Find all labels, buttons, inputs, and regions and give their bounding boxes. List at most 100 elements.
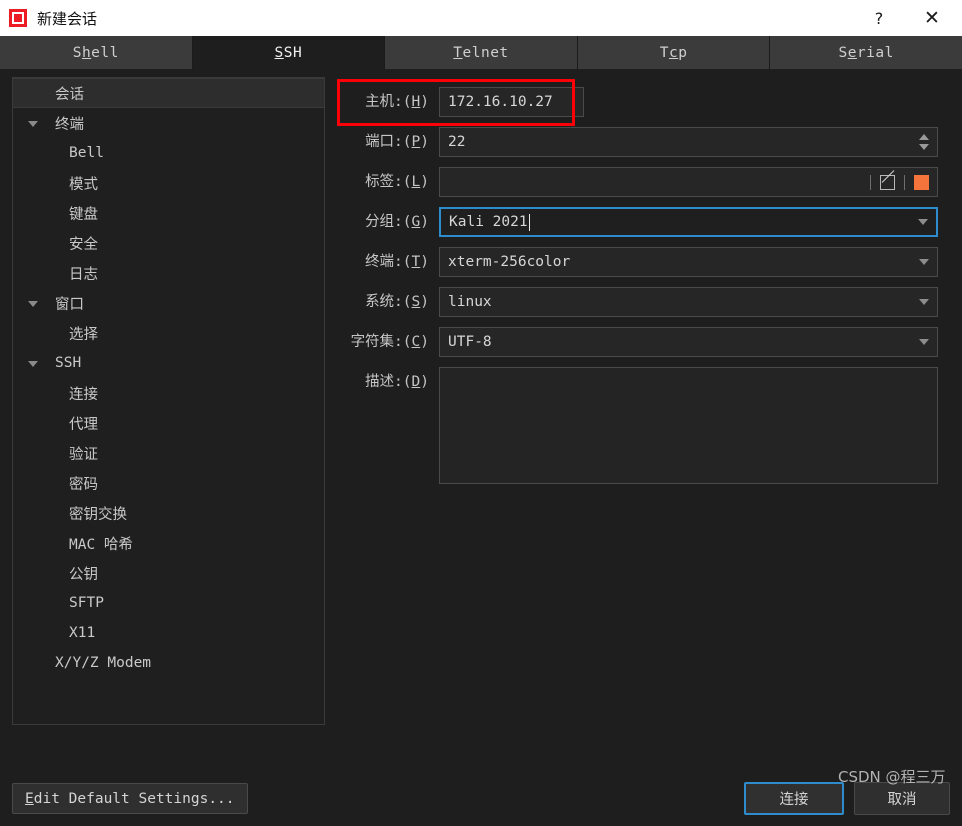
connect-button[interactable]: 连接: [744, 782, 844, 815]
dialog-body: 会话终端 Bell 模式键盘安全日志窗口选择 SSH 连接代理验证密码密钥交换 MAC 哈…: [0, 69, 962, 771]
edit-pencil-icon[interactable]: [880, 174, 895, 190]
tab-mnemonic: e: [847, 44, 857, 61]
chevron-down-icon[interactable]: [27, 296, 41, 310]
sidebar-item[interactable]: MAC 哈希: [13, 528, 324, 558]
system-row: 系统:(S) linux: [337, 287, 938, 317]
sidebar-item[interactable]: 密钥交换: [13, 498, 324, 528]
sidebar-item[interactable]: 密码: [13, 468, 324, 498]
stepper-up-icon[interactable]: [919, 134, 929, 140]
edit-default-settings-button[interactable]: Edit Default Settings...: [12, 783, 248, 814]
system-label: 系统:(S): [365, 294, 429, 310]
host-row: 主机:(H) 172.16.10.27: [337, 87, 938, 117]
host-input[interactable]: 172.16.10.27: [439, 87, 584, 117]
sidebar-item-label: 键盘: [69, 206, 98, 223]
tab-telnet[interactable]: Telnet: [385, 36, 578, 69]
tab-mnemonic: T: [453, 44, 463, 61]
ssh-settings-form: 主机:(H) 172.16.10.27 端口:(P) 22 标签:(L) 分组:…: [325, 69, 962, 771]
sidebar-item[interactable]: 窗口: [13, 288, 324, 318]
sidebar-item-label: SSH: [55, 355, 82, 371]
window-title: 新建会话: [37, 9, 98, 28]
sidebar-item[interactable]: 公钥: [13, 558, 324, 588]
charset-value: UTF-8: [448, 334, 492, 350]
port-label: 端口:(P): [365, 134, 429, 150]
charset-combobox[interactable]: UTF-8: [439, 327, 938, 357]
stepper-down-icon[interactable]: [919, 144, 929, 150]
window-controls: ? ✕: [856, 0, 962, 36]
tab-serial[interactable]: Se rial: [770, 36, 962, 69]
sidebar-item[interactable]: Bell: [13, 138, 324, 168]
sidebar-item[interactable]: 会话: [13, 78, 324, 108]
sidebar-item-label: 验证: [69, 446, 98, 463]
group-row: 分组:(G) Kali 2021: [337, 207, 938, 237]
sidebar-item-label: SFTP: [69, 595, 104, 611]
charset-row: 字符集:(C) UTF-8: [337, 327, 938, 357]
chevron-down-icon[interactable]: [27, 356, 41, 370]
sidebar-item[interactable]: X11: [13, 618, 324, 648]
cancel-button[interactable]: 取消: [854, 782, 950, 815]
sidebar-item[interactable]: 验证: [13, 438, 324, 468]
protocol-tab-bar: Sh ell S SH Telnet Tc p Se rial: [0, 36, 962, 69]
settings-category-tree[interactable]: 会话终端 Bell 模式键盘安全日志窗口选择 SSH 连接代理验证密码密钥交换 MAC 哈…: [12, 77, 325, 725]
sidebar-item-label: MAC 哈希: [69, 536, 133, 553]
sidebar-item-label: 终端: [55, 116, 84, 133]
tag-row: 标签:(L): [337, 167, 938, 197]
sidebar-item-label: 窗口: [55, 296, 84, 313]
sidebar-item-label: 公钥: [69, 566, 98, 583]
sidebar-item[interactable]: 键盘: [13, 198, 324, 228]
description-row: 描述:(D): [337, 367, 938, 484]
close-button[interactable]: ✕: [902, 0, 962, 36]
color-swatch-icon[interactable]: [914, 174, 929, 190]
dialog-footer: Edit Default Settings... 连接 取消: [0, 771, 962, 826]
chevron-down-icon[interactable]: [919, 339, 929, 345]
sidebar-item[interactable]: SSH: [13, 348, 324, 378]
sidebar-item-label: 连接: [69, 386, 98, 403]
description-textarea[interactable]: [439, 367, 938, 484]
host-value: 172.16.10.27: [448, 94, 553, 110]
sidebar-item[interactable]: SFTP: [13, 588, 324, 618]
sidebar-item[interactable]: 代理: [13, 408, 324, 438]
tag-label: 标签:(L): [365, 174, 429, 190]
sidebar-item[interactable]: 连接: [13, 378, 324, 408]
terminal-row: 终端:(T) xterm-256color: [337, 247, 938, 277]
port-value: 22: [448, 134, 466, 150]
tab-ssh[interactable]: S SH: [192, 36, 386, 69]
sidebar-item[interactable]: 模式: [13, 168, 324, 198]
system-combobox[interactable]: linux: [439, 287, 938, 317]
group-label: 分组:(G): [365, 214, 429, 230]
sidebar-item-label: 代理: [69, 416, 98, 433]
terminal-value: xterm-256color: [448, 254, 571, 270]
port-input[interactable]: 22: [439, 127, 938, 157]
chevron-down-icon[interactable]: [919, 299, 929, 305]
sidebar-item[interactable]: 选择: [13, 318, 324, 348]
terminal-combobox[interactable]: xterm-256color: [439, 247, 938, 277]
text-cursor: [528, 213, 530, 231]
port-stepper[interactable]: [919, 134, 929, 150]
tab-mnemonic: c: [668, 44, 679, 61]
sidebar-item[interactable]: 日志: [13, 258, 324, 288]
chevron-down-icon[interactable]: [27, 116, 41, 130]
tab-shell[interactable]: Sh ell: [0, 36, 193, 69]
sidebar-item-label: 选择: [69, 326, 98, 343]
sidebar-item[interactable]: 终端: [13, 108, 324, 138]
sidebar-item-label: 模式: [69, 176, 98, 193]
chevron-down-icon[interactable]: [918, 219, 928, 225]
sidebar-item[interactable]: X/Y/Z Modem: [13, 648, 324, 678]
terminal-label: 终端:(T): [365, 254, 429, 270]
sidebar-item-label: 日志: [69, 266, 98, 283]
help-button[interactable]: ?: [856, 0, 902, 36]
chevron-down-icon[interactable]: [919, 259, 929, 265]
tag-input[interactable]: [439, 167, 938, 197]
sidebar-item-label: X11: [69, 625, 96, 641]
footer-actions: 连接 取消: [744, 782, 950, 815]
tag-tools: [870, 174, 929, 190]
sidebar-item-label: 密码: [69, 476, 98, 493]
tab-tcp[interactable]: Tcp: [577, 36, 771, 69]
group-combobox[interactable]: Kali 2021: [439, 207, 938, 237]
tab-mnemonic: S: [274, 44, 284, 61]
sidebar-item-label: 密钥交换: [69, 506, 127, 523]
tab-mnemonic: h: [81, 44, 92, 61]
divider: [870, 174, 871, 190]
sidebar-item[interactable]: 安全: [13, 228, 324, 258]
charset-label: 字符集:(C): [350, 334, 429, 350]
